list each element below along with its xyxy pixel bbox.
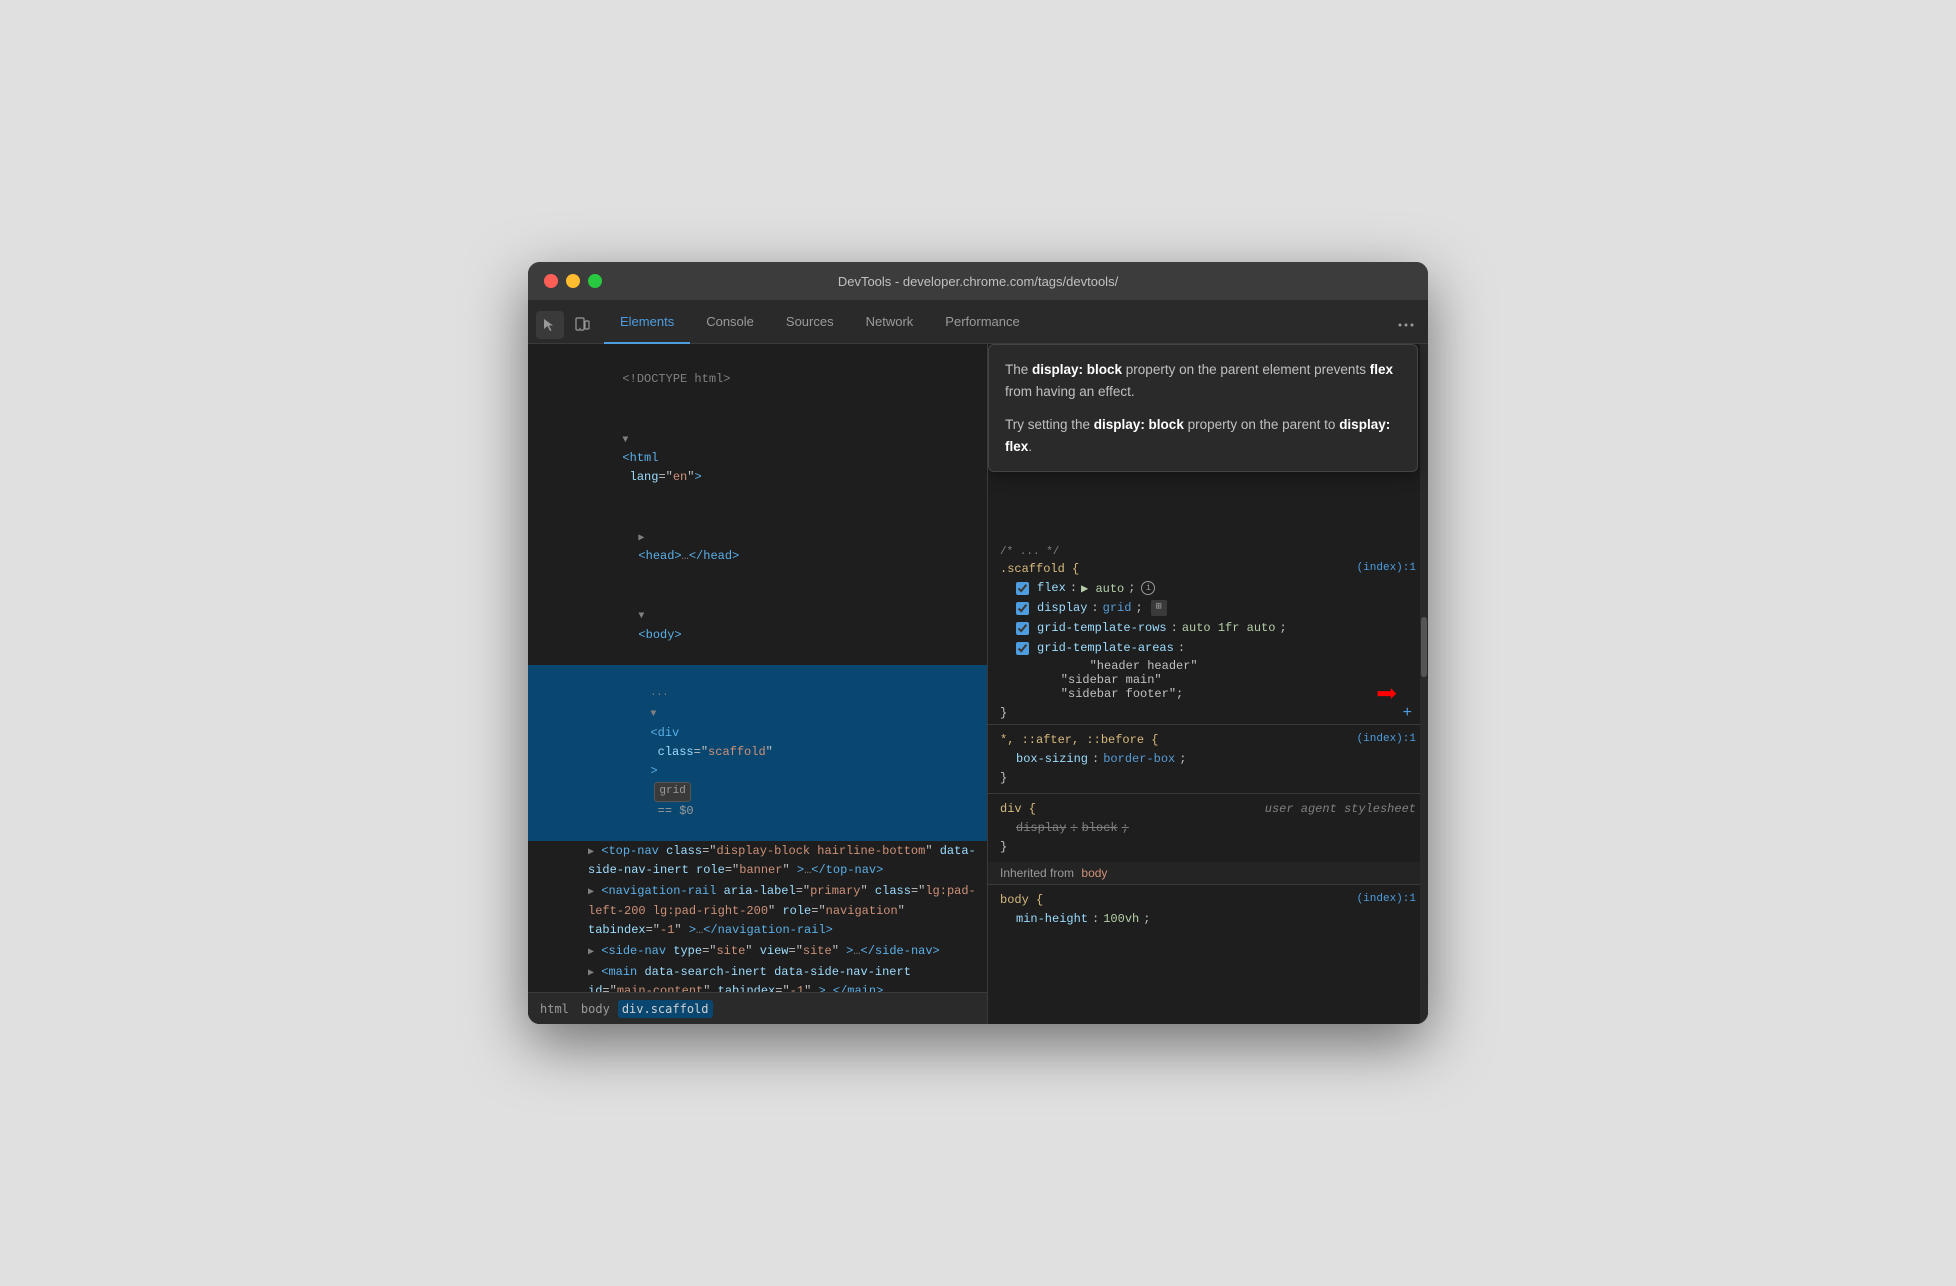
css-brace-add: } +	[988, 702, 1428, 724]
tab-performance[interactable]: Performance	[929, 301, 1035, 344]
grid-badge[interactable]: grid	[654, 782, 690, 802]
html-line-selected[interactable]: ··· ▼ <div class="scaffold" > grid == $0	[528, 665, 987, 841]
css-prop-flex: flex : ▶ auto ; i	[988, 578, 1428, 598]
tooltip-popup: The display: block property on the paren…	[988, 344, 1418, 472]
html-line[interactable]: ▶ <main data-search-inert data-side-nav-…	[528, 962, 987, 992]
title-bar: DevTools - developer.chrome.com/tags/dev…	[528, 262, 1428, 300]
html-line[interactable]: ▶ <side-nav type="site" view="site" >…</…	[528, 941, 987, 962]
grid-rows-checkbox[interactable]	[1016, 622, 1029, 635]
html-line[interactable]: ▼ <body>	[528, 586, 987, 665]
css-scaffold-selector: .scaffold { (index):1	[988, 560, 1428, 578]
maximize-button[interactable]	[588, 274, 602, 288]
css-universal-selector: *, ::after, ::before { (index):1	[988, 731, 1428, 749]
breadcrumb-body[interactable]: body	[577, 1000, 614, 1018]
user-agent-label: user agent stylesheet	[1265, 802, 1416, 816]
inherited-label: Inherited from body	[988, 862, 1428, 884]
tab-elements[interactable]: Elements	[604, 301, 690, 344]
breadcrumb-bar: html body div.scaffold	[528, 992, 987, 1024]
minimize-button[interactable]	[566, 274, 580, 288]
info-icon[interactable]: i	[1141, 581, 1155, 595]
devtools-container: Elements Console Sources Network Perform…	[528, 300, 1428, 1024]
grid-icon[interactable]: ⊞	[1151, 600, 1167, 616]
tab-icons	[536, 311, 596, 343]
html-line[interactable]: ▶ <navigation-rail aria-label="primary" …	[528, 881, 987, 941]
css-body-section: body { (index):1 min-height : 100vh ;	[988, 884, 1428, 935]
css-universal-section: *, ::after, ::before { (index):1 box-siz…	[988, 724, 1428, 793]
tab-console[interactable]: Console	[690, 301, 770, 344]
styles-panel[interactable]: The display: block property on the paren…	[988, 344, 1428, 1024]
tabs-bar: Elements Console Sources Network Perform…	[528, 300, 1428, 344]
grid-areas-checkbox[interactable]	[1016, 642, 1029, 655]
html-line[interactable]: ▶ <head>…</head>	[528, 508, 987, 587]
css-div-section: div { user agent stylesheet display : bl…	[988, 793, 1428, 862]
tabs-right	[1392, 311, 1420, 343]
traffic-lights	[544, 274, 602, 288]
content-area: <!DOCTYPE html> ▼ <html lang="en"> ▶ <he…	[528, 344, 1428, 1024]
devtools-window: DevTools - developer.chrome.com/tags/dev…	[528, 262, 1428, 1024]
more-tabs-button[interactable]	[1392, 311, 1420, 339]
html-line[interactable]: ▶ <top-nav class="display-block hairline…	[528, 841, 987, 881]
cursor-icon-button[interactable]	[536, 311, 564, 339]
html-line[interactable]: ▼ <html lang="en">	[528, 410, 987, 508]
css-div-selector: div { user agent stylesheet	[988, 800, 1428, 818]
display-checkbox[interactable]	[1016, 602, 1029, 615]
tab-sources[interactable]: Sources	[770, 301, 850, 344]
flex-checkbox[interactable]	[1016, 582, 1029, 595]
elements-panel: <!DOCTYPE html> ▼ <html lang="en"> ▶ <he…	[528, 344, 988, 1024]
css-prop-minheight: min-height : 100vh ;	[988, 909, 1428, 929]
breadcrumb-html[interactable]: html	[536, 1000, 573, 1018]
css-prop-display: display : grid ; ⊞	[988, 598, 1428, 618]
css-prop-display-block: display : block ;	[988, 818, 1428, 838]
css-prop-boxsizing: box-sizing : border-box ;	[988, 749, 1428, 769]
device-icon-button[interactable]	[568, 311, 596, 339]
window-title: DevTools - developer.chrome.com/tags/dev…	[838, 274, 1118, 289]
css-grid-areas-value: "header header" "sidebar main" "sidebar …	[988, 658, 1428, 702]
css-prop-grid-rows: grid-template-rows : auto 1fr auto ;	[988, 618, 1428, 638]
css-scaffold-section: /* ... */ .scaffold { (index):1 flex : ▶…	[988, 544, 1428, 724]
inherited-from-body[interactable]: body	[1081, 866, 1107, 880]
css-rule-header: /* ... */	[988, 544, 1428, 560]
html-line[interactable]: <!DOCTYPE html>	[528, 350, 987, 410]
add-property-button[interactable]: +	[1399, 704, 1416, 722]
tab-network[interactable]: Network	[850, 301, 930, 344]
css-body-selector: body { (index):1	[988, 891, 1428, 909]
css-prop-grid-areas: grid-template-areas :	[988, 638, 1428, 658]
close-button[interactable]	[544, 274, 558, 288]
breadcrumb-scaffold[interactable]: div.scaffold	[618, 1000, 713, 1018]
elements-content[interactable]: <!DOCTYPE html> ▼ <html lang="en"> ▶ <he…	[528, 344, 987, 992]
